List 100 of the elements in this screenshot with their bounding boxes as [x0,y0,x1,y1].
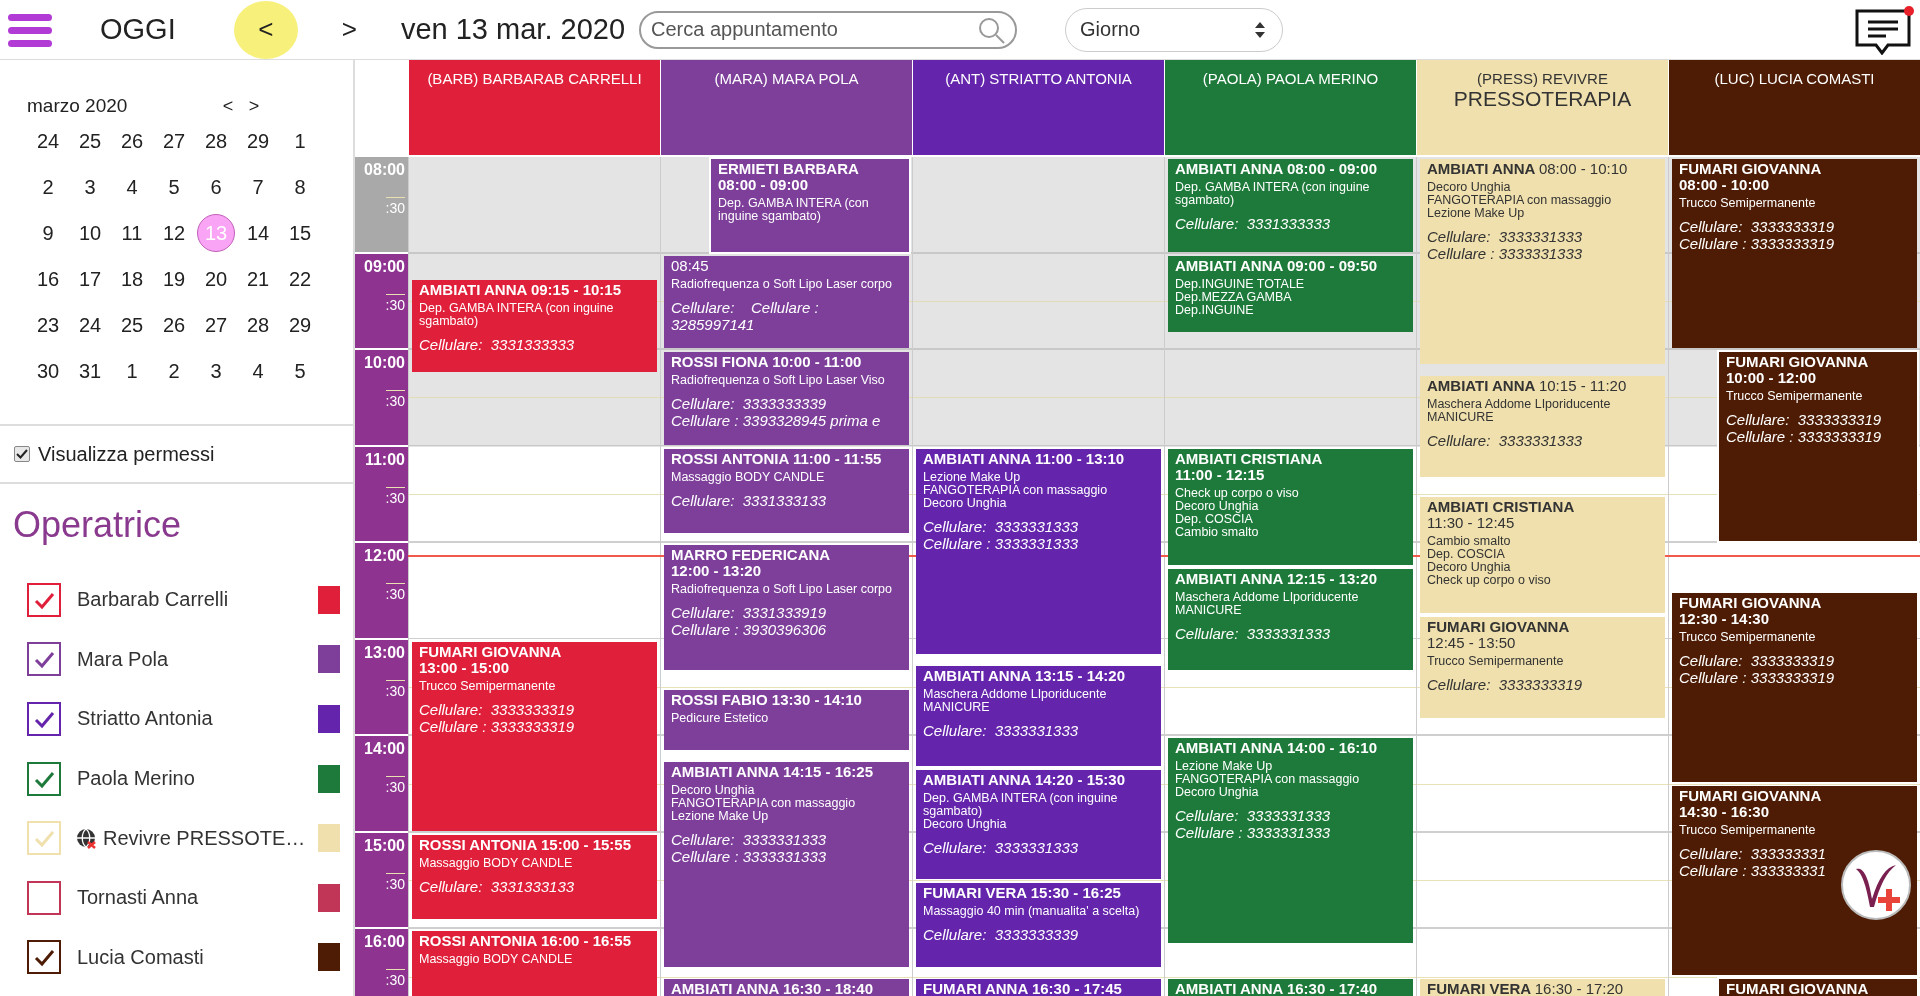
phone-text: Cellulare : 3333333319 [1679,235,1836,252]
next-day-button[interactable]: > [337,8,361,51]
appointment-card[interactable]: AMBIATI ANNA 16:30 - 17:40 [1168,979,1413,996]
calendar-day[interactable]: 2 [29,168,67,206]
service-text: Dep. GAMBA INTERA (con inguine sgambato) [1175,181,1371,207]
appointment-card[interactable]: FUMARI GIOVANNA 13:00 - 15:00 Trucco Semipermanente Cellulare: 3333333319 Cellulare : 3333333319 [412,641,657,831]
appointment-card[interactable]: AMBIATI ANNA 10:15 - 11:20 Maschera Addome LIporiducente MANICURE Cellulare: 3333331333 [1420,376,1665,477]
calendar-day[interactable]: 8 [281,168,319,206]
calendar-day[interactable]: 5 [281,352,319,390]
appointment-card[interactable]: 08:45 Radiofrequenza o Soft Lipo Laser corpo Cellulare: Cellulare : 3285997141 [664,255,909,348]
calendar-day[interactable]: 27 [197,306,235,344]
calendar-day[interactable]: 1 [113,352,151,390]
appointment-card[interactable]: FUMARI GIOVANNA 12:30 - 14:30 Trucco Semipermanente Cellulare: 3333333319 Cellulare : 3333333319 [1672,593,1917,783]
appointment-card[interactable]: AMBIATI ANNA 14:00 - 16:10 Lezione Make Up FANGOTERAPIA con massaggio Decoro Unghia Cellulare: 3333331333 Cellulare : 3333331333 [1168,738,1413,944]
next-month-button[interactable]: > [241,95,267,117]
calendar-day[interactable]: 3 [197,352,235,390]
calendar-day[interactable]: 22 [281,260,319,298]
appointment-card[interactable]: AMBIATI CRISTIANA 11:30 - 12:45 Cambio smalto Dep. COSCIA Decoro Unghia Check up corpo o viso [1420,496,1665,614]
calendar-day[interactable]: 31 [71,352,109,390]
appointment-card[interactable]: AMBIATI ANNA 14:15 - 16:25 Decoro Unghia FANGOTERAPIA con massaggio Lezione Make Up Cellulare: 3333331333 Cellulare : 3333331333 [664,762,909,968]
calendar-day[interactable]: 26 [113,122,151,160]
appointment-card[interactable]: AMBIATI ANNA 09:15 - 10:15 Dep. GAMBA INTERA (con inguine sgambato) Cellulare: 3331333333 [412,279,657,373]
appointment-card[interactable]: AMBIATI ANNA 11:00 - 13:10 Lezione Make Up FANGOTERAPIA con massaggio Decoro Unghia Cellulare: 3333331333 Cellulare : 3333331333 [916,448,1161,654]
appointment-card[interactable]: FUMARI GIOVANNA 14:30 - 16:30 Trucco Semipermanente Cellulare: 333333331 Cellulare : 333333331 [1672,786,1917,976]
service-text: Trucco Semipermanente [1679,197,1817,210]
calendar-day[interactable]: 1 [281,122,319,160]
appointment-card[interactable]: ROSSI ANTONIA 11:00 - 11:55 Massaggio BODY CANDLE Cellulare: 3331333133 [664,448,909,533]
appointment-card[interactable]: ROSSI ANTONIA 15:00 - 15:55 Massaggio BODY CANDLE Cellulare: 3331333133 [412,834,657,919]
previous-day-button[interactable]: < [233,0,298,59]
appointment-card[interactable]: FUMARI GIOVANNA 08:00 - 10:00 Trucco Semipermanente Cellulare: 3333333319 Cellulare : 3333333319 [1672,159,1917,348]
appointment-card[interactable]: ERMIETI BARBARA 08:00 - 09:00 Dep. GAMBA INTERA (con inguine sgambato) [711,159,909,252]
calendar-day[interactable]: 18 [113,260,151,298]
operator-name: (PRESS) REVIVRE [1477,70,1608,87]
appointment-card[interactable]: FUMARI VERA 15:30 - 16:25 Massaggio 40 min (manualita' a scelta) Cellulare: 3333333339 [916,882,1161,968]
calendar-day[interactable]: 4 [239,352,277,390]
today-button[interactable]: OGGI [98,9,178,50]
service-text: FANGOTERAPIA con massaggio [1175,773,1361,786]
calendar-day[interactable]: 12 [155,214,193,252]
calendar-day[interactable]: 23 [29,306,67,344]
calendar-day[interactable]: 9 [29,214,67,252]
appointment-card[interactable]: FUMARI VERA 16:30 - 17:20 [1420,979,1665,996]
calendar-day[interactable]: 24 [29,122,67,160]
service-text: Pedicure Estetico [671,711,770,725]
phone-text: Cellulare: 3333331333 [923,517,1080,535]
appointment-card[interactable]: FUMARI ANNA 16:30 - 17:45 [916,979,1161,996]
appointment-card[interactable]: FUMARI GIOVANNA [1719,979,1917,996]
appointment-card[interactable]: AMBIATI ANNA 09:00 - 09:50 Dep.INGUINE TOTALE Dep.MEZZA GAMBA Dep.INGUINE [1168,255,1413,332]
appointment-title: FUMARI GIOVANNA 12:30 - 14:30 [1679,594,1822,628]
calendar-day[interactable]: 2 [155,352,193,390]
appointment-title: FUMARI GIOVANNA 13:00 - 15:00 [419,642,562,676]
calendar-day[interactable]: 25 [113,306,151,344]
calendar-day[interactable]: 15 [281,214,319,252]
calendar-day[interactable]: 30 [29,352,67,390]
calendar-day[interactable]: 29 [281,306,319,344]
half-hour-label: :30 [385,679,405,699]
calendar-day[interactable]: 5 [155,168,193,206]
appointment-card[interactable]: ROSSI FABIO 13:30 - 14:10 Pedicure Estetico [664,689,909,751]
calendar-day[interactable]: 26 [155,306,193,344]
calendar-day[interactable]: 21 [239,260,277,298]
appointment-title: ROSSI ANTONIA 16:00 - 16:55 [419,932,633,949]
appointment-card[interactable]: ROSSI ANTONIA 16:00 - 16:55 Massaggio BODY CANDLE [412,931,657,996]
calendar-day[interactable]: 19 [155,260,193,298]
calendar-day[interactable]: 20 [197,260,235,298]
calendar-day[interactable]: 16 [29,260,67,298]
service-text: Cambio smalto [1427,534,1512,548]
calendar-day[interactable]: 6 [197,168,235,206]
service-text: FANGOTERAPIA con massaggio [923,483,1109,497]
appointment-card[interactable]: AMBIATI ANNA 14:20 - 15:30 Dep. GAMBA INTERA (con inguine sgambato) Decoro Unghia Cellulare: 3333331333 [916,770,1161,879]
calendar-day[interactable]: 14 [239,214,277,252]
phone-text: Cellulare : 3333331333 [1175,824,1332,841]
appointment-card[interactable]: FUMARI GIOVANNA 10:00 - 12:00 Trucco Semipermanente Cellulare: 3333333319 Cellulare : 3333333319 [1719,352,1917,541]
calendar-day[interactable]: 7 [239,168,277,206]
appointment-card[interactable]: ROSSI FIONA 10:00 - 11:00 Radiofrequenza o Soft Lipo Laser Viso Cellulare: 3333333339 Cellulare : 3393328945 prima e [664,352,909,445]
service-text: Lezione Make Up [671,810,770,824]
calendar-day[interactable]: 28 [239,306,277,344]
search-field[interactable]: Cerca appuntamento [639,10,1018,49]
service-text: Decoro Unghia [923,818,1008,832]
appointment-card[interactable]: FUMARI GIOVANNA 12:45 - 13:50 Trucco Semipermanente Cellulare: 3333333319 [1420,617,1665,718]
calendar-day[interactable]: 4 [113,168,151,206]
appointment-card[interactable]: AMBIATI CRISTIANA 11:00 - 12:15 Check up corpo o viso Decoro Unghia Dep. COSCIA Cambio smalto [1168,448,1413,566]
appointment-card[interactable]: AMBIATI ANNA 13:15 - 14:20 Maschera Addome LIporiducente MANICURE Cellulare: 3333331333 [916,665,1161,767]
phone-text: Cellulare: 3331333333 [1175,215,1332,232]
appointment-card[interactable]: AMBIATI ANNA 08:00 - 10:10 Decoro Unghia FANGOTERAPIA con massaggio Lezione Make Up Cellulare: 3333331333 Cellulare : 3333331333 [1420,159,1665,365]
calendar-day[interactable]: 24 [71,306,109,344]
appointment-card[interactable]: MARRO FEDERICANA 12:00 - 13:20 Radiofrequenza o Soft Lipo Laser corpo Cellulare: 3331333919 Cellulare : 3930396306 [664,545,909,670]
calendar-day[interactable]: 25 [71,122,109,160]
calendar-day[interactable]: 28 [197,122,235,160]
calendar-day[interactable]: 17 [71,260,109,298]
appointment-title: FUMARI GIOVANNA [1726,980,1870,996]
appointment-card[interactable]: AMBIATI ANNA 16:30 - 18:40 [664,979,909,996]
phone-text: Cellulare: 3333333339 [671,395,828,412]
calendar-day[interactable]: 10 [71,214,109,252]
appointment-title: ROSSI ANTONIA 15:00 - 15:55 [419,835,633,853]
appointment-card[interactable]: AMBIATI ANNA 08:00 - 09:00 Dep. GAMBA INTERA (con inguine sgambato) Cellulare: 3331333333 [1168,159,1413,252]
previous-month-button[interactable]: < [215,95,241,117]
calendar-day[interactable]: 11 [113,214,151,252]
calendar-day[interactable]: 3 [71,168,109,206]
appointment-card[interactable]: AMBIATI ANNA 12:15 - 13:20 Maschera Addome LIporiducente MANICURE Cellulare: 3333331333 [1168,569,1413,670]
calendar-day[interactable]: 27 [155,122,193,160]
calendar-day[interactable]: 29 [239,122,277,160]
